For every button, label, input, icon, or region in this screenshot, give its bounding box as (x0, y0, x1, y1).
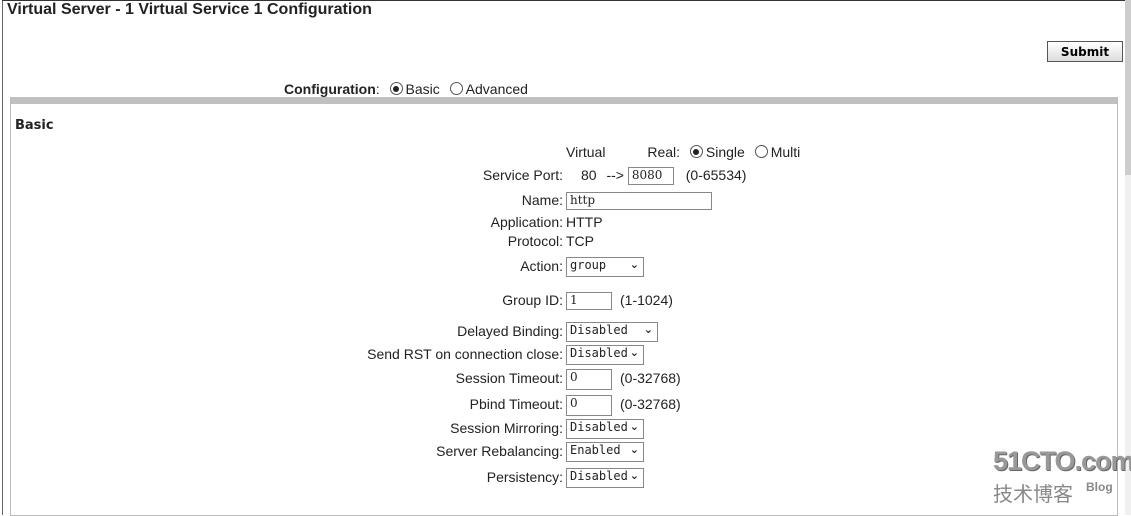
pbind-timeout-label: Pbind Timeout: (469, 396, 563, 412)
server-rebalancing-select[interactable]: Enabled ⌄ (566, 442, 644, 463)
pbind-timeout-input[interactable]: 0 (566, 394, 612, 416)
session-mirroring-row: Session Mirroring: Disabled ⌄ (11, 417, 1117, 440)
basic-section: Basic Virtual Real: Single Multi Service… (10, 97, 1118, 516)
submit-button[interactable]: Submit (1047, 41, 1123, 62)
radio-multi-label: Multi (770, 144, 801, 160)
delayed-binding-select[interactable]: Disabled ⌄ (566, 322, 658, 343)
pbind-timeout-row: Pbind Timeout: 0 (0-32768) (11, 393, 1117, 416)
protocol-row: Protocol: TCP (11, 230, 1117, 252)
persistency-label: Persistency: (486, 469, 563, 485)
chevron-down-icon: ⌄ (629, 420, 639, 434)
session-timeout-input[interactable]: 0 (566, 368, 612, 390)
group-id-label: Group ID: (502, 292, 563, 308)
service-port-label: Service Port: (482, 167, 563, 183)
delayed-binding-value: Disabled (570, 323, 628, 338)
session-mirroring-select[interactable]: Disabled ⌄ (566, 419, 644, 440)
session-timeout-hint: (0-32768) (620, 370, 681, 386)
chevron-down-icon: ⌄ (629, 258, 639, 272)
radio-multi[interactable] (754, 145, 768, 158)
configuration-mode: Configuration: Basic Advanced (284, 81, 528, 97)
send-rst-row: Send RST on connection close: Disabled ⌄ (11, 343, 1117, 366)
watermark-blog: Blog (1086, 480, 1113, 494)
port-range-hint: (0-65534) (685, 167, 747, 183)
session-timeout-row: Session Timeout: 0 (0-32768) (11, 367, 1117, 390)
vertical-scrollbar[interactable] (1125, 0, 1131, 515)
server-rebalancing-row: Server Rebalancing: Enabled ⌄ (11, 440, 1117, 463)
radio-basic[interactable] (389, 82, 403, 95)
watermark-subtitle: 技术博客 (993, 482, 1073, 506)
radio-single[interactable] (689, 145, 703, 158)
virtual-header: Virtual (566, 144, 606, 160)
radio-advanced-label: Advanced (465, 81, 528, 97)
chevron-down-icon: ⌄ (629, 469, 639, 483)
send-rst-select[interactable]: Disabled ⌄ (566, 345, 644, 366)
real-header: Real: (647, 144, 681, 160)
action-row: Action: group ⌄ (11, 255, 1117, 278)
watermark-logo: 51CTO.com (993, 446, 1131, 476)
session-mirroring-value: Disabled (570, 420, 628, 435)
section-title: Basic (15, 118, 54, 133)
send-rst-label: Send RST on connection close: (367, 346, 563, 362)
delayed-binding-row: Delayed Binding: Disabled ⌄ (11, 320, 1117, 343)
group-id-row: Group ID: 1 (1-1024) (11, 289, 1117, 311)
name-row: Name: http (11, 189, 1117, 211)
service-port-row: Service Port: 80 --> 8080 (0-65534) (11, 164, 1117, 186)
pbind-timeout-hint: (0-32768) (620, 396, 681, 412)
protocol-value: TCP (566, 233, 594, 249)
action-label: Action: (520, 258, 563, 274)
page-title: Virtual Server - 1 Virtual Service 1 Con… (7, 1, 372, 18)
server-rebalancing-label: Server Rebalancing: (436, 443, 563, 459)
name-label: Name: (521, 192, 563, 208)
port-arrow: --> (606, 167, 624, 183)
radio-single-label: Single (705, 144, 745, 160)
group-id-input[interactable]: 1 (566, 292, 612, 311)
port-header: Virtual Real: Single Multi (566, 141, 800, 163)
session-mirroring-label: Session Mirroring: (450, 420, 563, 436)
real-port-input[interactable]: 8080 (627, 167, 674, 186)
name-input[interactable]: http (566, 192, 712, 211)
frame-border (2, 0, 3, 515)
protocol-label: Protocol: (507, 233, 563, 249)
radio-basic-label: Basic (405, 81, 440, 97)
session-timeout-label: Session Timeout: (455, 370, 563, 386)
chevron-down-icon: ⌄ (629, 346, 639, 360)
persistency-value: Disabled (570, 469, 628, 484)
action-select[interactable]: group ⌄ (566, 257, 644, 278)
scrollbar-thumb[interactable] (1125, 0, 1131, 175)
persistency-select[interactable]: Disabled ⌄ (566, 468, 644, 489)
chevron-down-icon: ⌄ (643, 323, 653, 337)
delayed-binding-label: Delayed Binding: (457, 323, 563, 339)
persistency-row: Persistency: Disabled ⌄ (11, 466, 1117, 489)
chevron-down-icon: ⌄ (629, 443, 639, 457)
server-rebalancing-value: Enabled (570, 443, 621, 458)
action-select-value: group (570, 258, 607, 273)
radio-advanced[interactable] (449, 82, 463, 95)
group-id-hint: (1-1024) (620, 292, 673, 308)
configuration-label: Configuration (284, 81, 376, 97)
send-rst-value: Disabled (570, 346, 628, 361)
virtual-port-value: 80 (581, 167, 597, 183)
